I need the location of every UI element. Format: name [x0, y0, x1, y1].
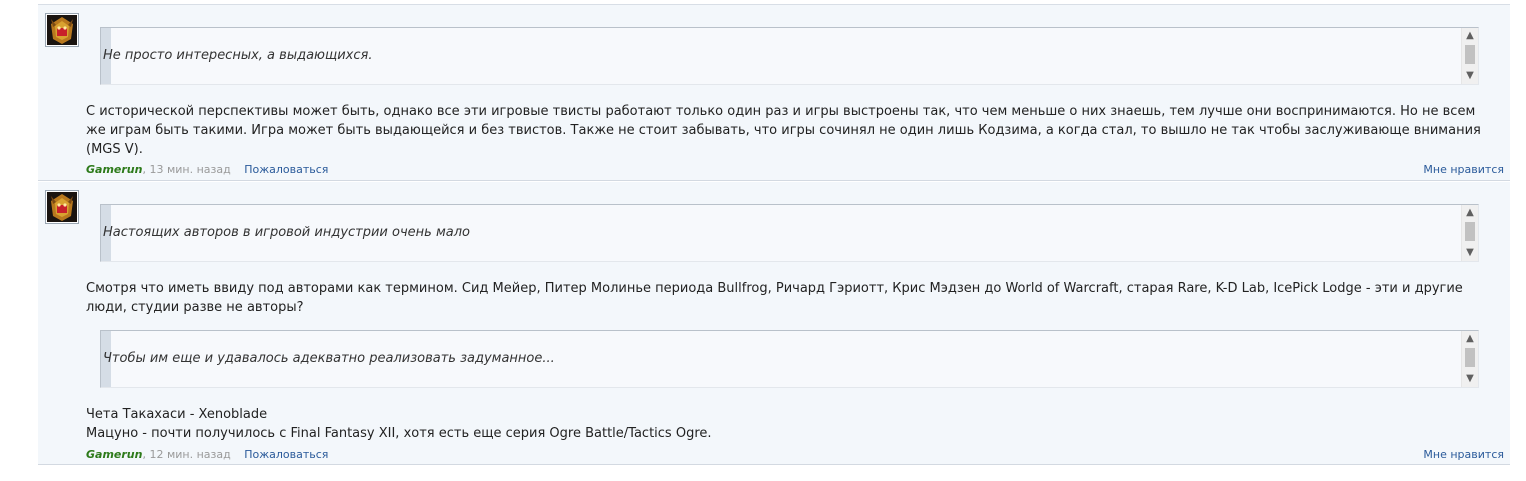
scroll-thumb[interactable]: [1465, 222, 1475, 241]
chevron-down-icon[interactable]: ▼: [1462, 246, 1478, 260]
comment-text: Смотря что иметь ввиду под авторами как …: [86, 279, 1496, 317]
quote-scrollbar[interactable]: ▲ ▼: [1461, 205, 1478, 261]
avatar[interactable]: [45, 13, 79, 47]
quote-block[interactable]: Не просто интересных, а выдающихся. ▲ ▼: [100, 27, 1479, 85]
comment-paragraph: Смотря что иметь ввиду под авторами как …: [86, 281, 1463, 315]
like-link[interactable]: Мне нравится: [1423, 448, 1504, 461]
quote-text: Не просто интересных, а выдающихся.: [103, 48, 373, 63]
comment-time: , 12 мин. назад: [142, 448, 231, 461]
quote-scrollbar[interactable]: ▲ ▼: [1461, 331, 1478, 387]
comment-text: Чета Такахаси - Xenoblade Мацуно - почти…: [86, 405, 1496, 443]
report-link[interactable]: Пожаловаться: [244, 163, 328, 176]
like-link[interactable]: Мне нравится: [1423, 163, 1504, 176]
chevron-down-icon[interactable]: ▼: [1462, 372, 1478, 386]
chevron-down-icon[interactable]: ▼: [1462, 69, 1478, 83]
comment-time: , 13 мин. назад: [142, 163, 231, 176]
quote-block[interactable]: Настоящих авторов в игровой индустрии оч…: [100, 204, 1479, 262]
comment: Настоящих авторов в игровой индустрии оч…: [38, 182, 1510, 465]
comments-page: Не просто интересных, а выдающихся. ▲ ▼ …: [0, 0, 1526, 481]
quote-scrollbar[interactable]: ▲ ▼: [1461, 28, 1478, 84]
comment-paragraph: Мацуно - почти получилось с Final Fantas…: [86, 426, 712, 441]
comment-paragraph: С исторической перспективы может быть, о…: [86, 104, 1481, 157]
author-link[interactable]: Gamerun: [86, 163, 142, 176]
comment-text: С исторической перспективы может быть, о…: [86, 102, 1496, 159]
chevron-up-icon[interactable]: ▲: [1462, 29, 1478, 43]
chevron-up-icon[interactable]: ▲: [1462, 332, 1478, 346]
comment-meta: Gamerun, 12 мин. назад Пожаловаться: [86, 448, 328, 461]
avatar-icon: [47, 192, 77, 222]
author-link[interactable]: Gamerun: [86, 448, 142, 461]
comment: Не просто интересных, а выдающихся. ▲ ▼ …: [38, 5, 1510, 181]
quote-text: Настоящих авторов в игровой индустрии оч…: [103, 225, 470, 240]
report-link[interactable]: Пожаловаться: [244, 448, 328, 461]
avatar[interactable]: [45, 190, 79, 224]
quote-text: Чтобы им еще и удавалось адекватно реали…: [103, 351, 555, 366]
quote-block[interactable]: Чтобы им еще и удавалось адекватно реали…: [100, 330, 1479, 388]
scroll-thumb[interactable]: [1465, 45, 1475, 64]
scroll-thumb[interactable]: [1465, 348, 1475, 367]
comment-paragraph: Чета Такахаси - Xenoblade: [86, 407, 268, 422]
chevron-up-icon[interactable]: ▲: [1462, 206, 1478, 220]
avatar-icon: [47, 15, 77, 45]
comment-meta: Gamerun, 13 мин. назад Пожаловаться: [86, 163, 328, 176]
